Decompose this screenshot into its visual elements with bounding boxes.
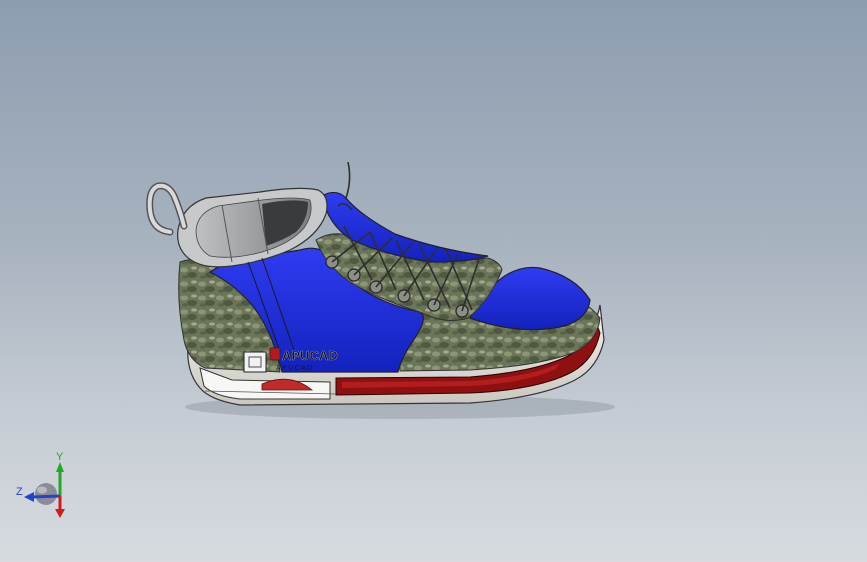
graphics-viewport[interactable]: APUCAD APUCAD Y Z <box>0 0 867 562</box>
triad-z-axis <box>31 494 61 499</box>
triad-z-label: Z <box>16 486 23 498</box>
triad-sphere <box>35 483 57 505</box>
brand-logo-text: APUCAD <box>282 348 338 363</box>
orientation-triad[interactable]: Y Z <box>12 448 74 526</box>
triad-y-label: Y <box>56 451 64 463</box>
triad-z-arrow <box>24 492 34 502</box>
shoe-model[interactable]: APUCAD APUCAD <box>0 0 867 562</box>
triad-x-arrow <box>55 509 65 518</box>
brand-tagline: APUCAD <box>276 365 314 372</box>
triad-sphere-highlight <box>37 486 47 494</box>
triad-y-arrow <box>56 462 64 472</box>
